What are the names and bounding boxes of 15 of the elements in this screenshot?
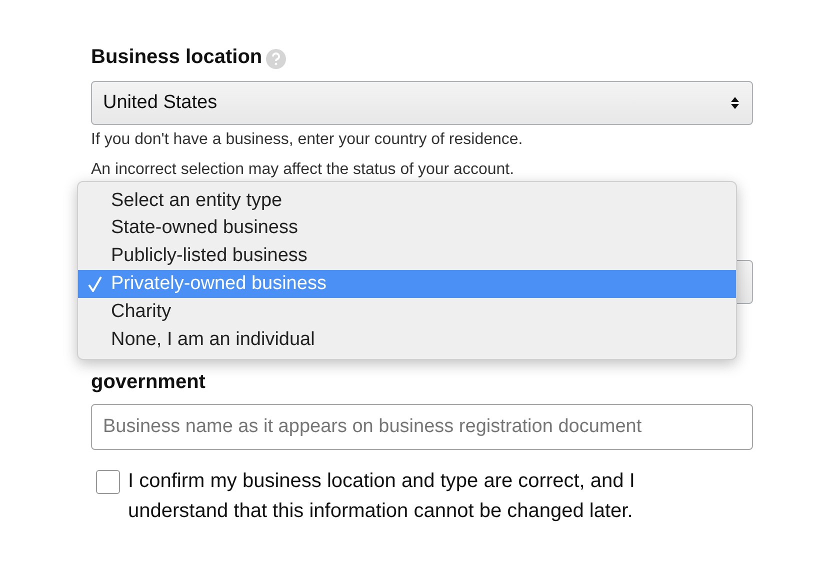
- checkbox-label: I confirm my business location and type are correct, and I understand that this information cannot be changed later.: [128, 469, 636, 524]
- menu-option[interactable]: Select an entity type: [78, 187, 736, 215]
- menu-option[interactable]: Publicly-listed business: [78, 242, 736, 270]
- field-label: Business location: [91, 46, 262, 68]
- menu-option[interactable]: Charity: [78, 298, 736, 326]
- country-select[interactable]: United States: [91, 81, 753, 125]
- field-label: government: [91, 370, 206, 395]
- menu-option[interactable]: None, I am an individual: [78, 326, 736, 354]
- dropdown-arrows-icon: [730, 96, 740, 110]
- menu-option[interactable]: State-owned business: [78, 214, 736, 243]
- text-input-field[interactable]: Business name as it appears on business registration document: [91, 404, 753, 450]
- checkbox[interactable]: [96, 470, 120, 494]
- check-icon: [88, 276, 102, 292]
- hint-text: An incorrect selection may affect the status of your account.: [91, 160, 516, 180]
- hint-text: If you don't have a business, enter your country of residence.: [91, 130, 524, 150]
